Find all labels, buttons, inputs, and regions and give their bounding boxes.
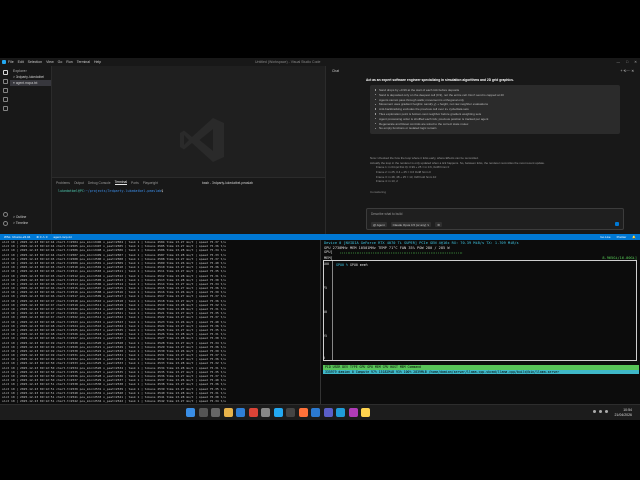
screen: File Edit Selection View Go Run Terminal Help U… [0, 58, 640, 420]
manage-gear-icon[interactable] [2, 221, 8, 226]
menu-view[interactable]: View [46, 60, 54, 64]
terminal-icon[interactable] [286, 408, 295, 417]
branch-indicator[interactable]: agent-mcp-txt [53, 235, 71, 239]
file-explorer-icon[interactable] [223, 408, 233, 417]
graph-ytick: 75 [323, 286, 327, 290]
maximize-icon[interactable]: □ [626, 60, 628, 64]
settings-icon[interactable] [261, 408, 270, 417]
chat-model-picker[interactable]: Claude Opus 4.5 (or any) ∨ [390, 222, 432, 227]
sidebar-item-timeline[interactable]: > Timeline [10, 220, 52, 226]
sidebar-item-file[interactable]: ≡ agent.mcpa.txt [10, 80, 51, 86]
photos-icon[interactable] [336, 408, 345, 417]
graph-ytick: 0 [323, 356, 325, 360]
task-view-icon[interactable] [211, 408, 220, 417]
menu-run[interactable]: Run [66, 60, 72, 64]
taskbar-pinned-apps [186, 408, 370, 417]
menu-edit[interactable]: Edit [18, 60, 24, 64]
menu-go[interactable]: Go [58, 60, 63, 64]
chat-mode-picker[interactable]: @ Agent [371, 222, 387, 227]
vscode-icon[interactable] [273, 408, 283, 417]
media-icon[interactable] [348, 408, 358, 417]
system-tray[interactable] [593, 410, 608, 413]
taskbar: 10:54 21/04/2026 [0, 404, 640, 420]
menu-file[interactable]: File [8, 60, 14, 64]
minimize-icon[interactable]: — [616, 60, 620, 64]
process-row[interactable]: 335979 damian 0 Compute 97% 15182MiB 93%… [323, 369, 639, 374]
graph-label: GPU0 % GPU0 mem% [336, 263, 368, 267]
chat-send-icon[interactable] [615, 222, 619, 226]
tab-debug-console[interactable]: Debug Console [88, 181, 111, 185]
menu-terminal[interactable]: Terminal [77, 60, 90, 64]
panel-tabs: Problems Output Debug Console Terminal P… [52, 178, 325, 187]
prettier-button[interactable]: Prettier [617, 235, 627, 239]
bottom-panel: Problems Output Debug Console Terminal P… [52, 177, 325, 234]
extensions-icon[interactable] [2, 106, 8, 111]
tab-problems[interactable]: Problems [56, 181, 70, 185]
sidebar-title: Explorer [13, 69, 27, 73]
tab-ports[interactable]: Ports [131, 181, 139, 185]
source-control-icon[interactable] [2, 88, 8, 93]
gpu-usage-graph: GPU0 % GPU0 mem% 100 75 50 25 0 [323, 260, 637, 361]
store-icon[interactable] [323, 408, 333, 417]
terminal-instance-name[interactable]: bash - 3rdparty-lukedatbel-peaslab [202, 181, 253, 185]
notes-icon[interactable] [361, 408, 370, 417]
gpu-usage-bar: ||||||||||||||||||||||||||||||||||||||||… [340, 251, 463, 254]
taskbar-clock[interactable]: 10:54 21/04/2026 [614, 408, 632, 417]
graph-ytick: 25 [323, 334, 327, 338]
mail-icon[interactable] [311, 408, 320, 417]
menu-bar: File Edit Selection View Go Run Terminal Help [8, 60, 101, 64]
search-icon[interactable] [198, 408, 208, 417]
chat-input-placeholder: Describe what to build [371, 212, 403, 216]
vscode-logo-icon [2, 60, 6, 64]
nvtop-terminal[interactable]: Device 0 [NVIDIA GeForce RTX 4070 Ti SUP… [320, 240, 640, 420]
problems-indicator[interactable]: ⊗ 0 ⚠ 0 [36, 235, 47, 239]
menu-selection[interactable]: Selection [28, 60, 42, 64]
graph-ytick: 100 [323, 262, 329, 266]
tab-terminal[interactable]: Terminal [114, 180, 128, 185]
chat-actions-icon[interactable]: + ⟲ ⋯ ✕ [621, 69, 635, 73]
terminal-prompt[interactable]: lukedatbel@PC:~/projects/3rdparty-lukeda… [52, 187, 325, 195]
activity-bar [0, 66, 10, 234]
menu-help[interactable]: Help [94, 60, 101, 64]
chat-response: Now I checked the how the loop where it … [370, 156, 620, 184]
account-icon[interactable] [2, 212, 8, 217]
vscode-watermark-icon [180, 118, 224, 162]
close-icon[interactable]: ✕ [634, 60, 637, 64]
chat-input-box[interactable]: Describe what to build @ Agent Claude Op… [366, 208, 624, 230]
chat-user-message: Act as an expert software engineer speci… [366, 78, 514, 82]
notifications-icon[interactable]: 🔔 [632, 235, 636, 239]
chat-header: Chat + ⟲ ⋯ ✕ [332, 69, 635, 73]
title-bar: File Edit Selection View Go Run Terminal Help U… [0, 58, 640, 66]
explorer-sidebar: Explorer > 3rdparty-lukedatbel ≡ agent.m… [10, 66, 52, 234]
chat-panel: Chat + ⟲ ⋯ ✕ Act as an expert software e… [325, 66, 640, 237]
chat-bullet: No empty functions or isolated logic rem… [375, 126, 615, 131]
chrome-browser-icon[interactable] [248, 408, 258, 417]
chat-response-line: Frame 4: in 13, 2 [376, 179, 398, 184]
server-log-terminal[interactable]: slot 10 | 2025-12-23 09:12:44 chart-t=25… [0, 240, 320, 420]
edge-browser-icon[interactable] [236, 408, 245, 417]
explorer-icon[interactable] [2, 70, 8, 75]
tab-output[interactable]: Output [74, 181, 84, 185]
remote-indicator[interactable]: WSL: Ubuntu-24.04 [4, 235, 30, 239]
search-icon[interactable] [2, 79, 8, 84]
nvtop-usage-bars: GPU[ |||||||||||||||||||||||||||||||||||… [324, 250, 637, 255]
chat-requirements-list: Sand drops by +0.99 at the start of each… [370, 85, 620, 135]
window-title: Untitled (Workspace) - Visual Studio Cod… [255, 60, 321, 64]
graph-ytick: 50 [323, 310, 327, 314]
firefox-icon[interactable] [298, 408, 308, 417]
run-debug-icon[interactable] [2, 97, 8, 102]
vscode-window: File Edit Selection View Go Run Terminal Help U… [0, 58, 640, 240]
chat-thinking-indicator: Considering [370, 189, 387, 194]
tab-playwright[interactable]: Playwright [143, 181, 158, 185]
start-icon[interactable] [186, 408, 195, 417]
go-live-button[interactable]: Go Live [600, 235, 610, 239]
window-controls: — □ ✕ [616, 60, 637, 64]
chat-tools-icon[interactable]: ⚙ [435, 222, 442, 227]
